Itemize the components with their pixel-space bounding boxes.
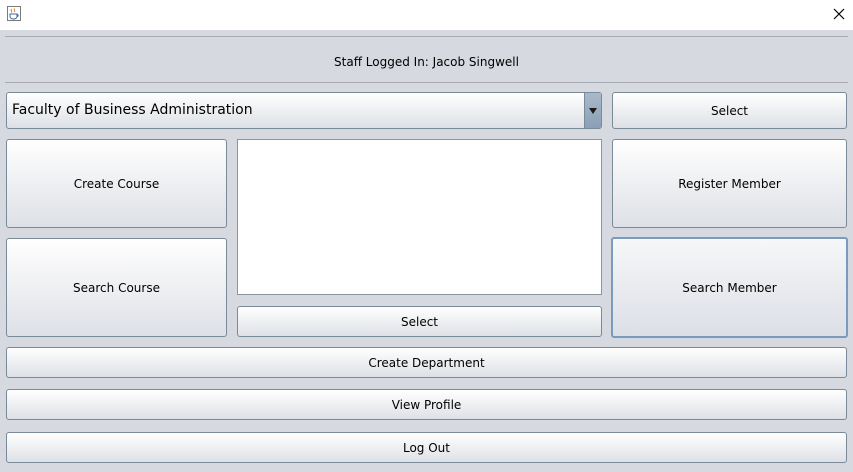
header-separator [5,82,848,83]
log-out-button[interactable]: Log Out [6,432,847,463]
close-button[interactable] [824,0,853,28]
chevron-down-icon[interactable] [584,93,601,128]
create-course-button[interactable]: Create Course [6,139,227,228]
faculty-dropdown[interactable]: Faculty of Business Administration [6,92,602,129]
search-member-button[interactable]: Search Member [611,237,848,338]
java-coffee-cup-icon [7,6,21,21]
staff-logged-in-label: Staff Logged In: Jacob Singwell [334,55,519,69]
search-course-button[interactable]: Search Course [6,238,227,337]
course-list[interactable] [237,139,602,295]
register-member-button[interactable]: Register Member [612,139,847,228]
select-faculty-button[interactable]: Select [612,92,847,129]
create-department-button[interactable]: Create Department [6,347,847,378]
top-separator [5,36,848,37]
select-list-button[interactable]: Select [237,306,602,337]
view-profile-button[interactable]: View Profile [6,389,847,420]
close-icon [833,5,845,24]
faculty-dropdown-value: Faculty of Business Administration [12,102,253,118]
title-bar [0,0,853,30]
